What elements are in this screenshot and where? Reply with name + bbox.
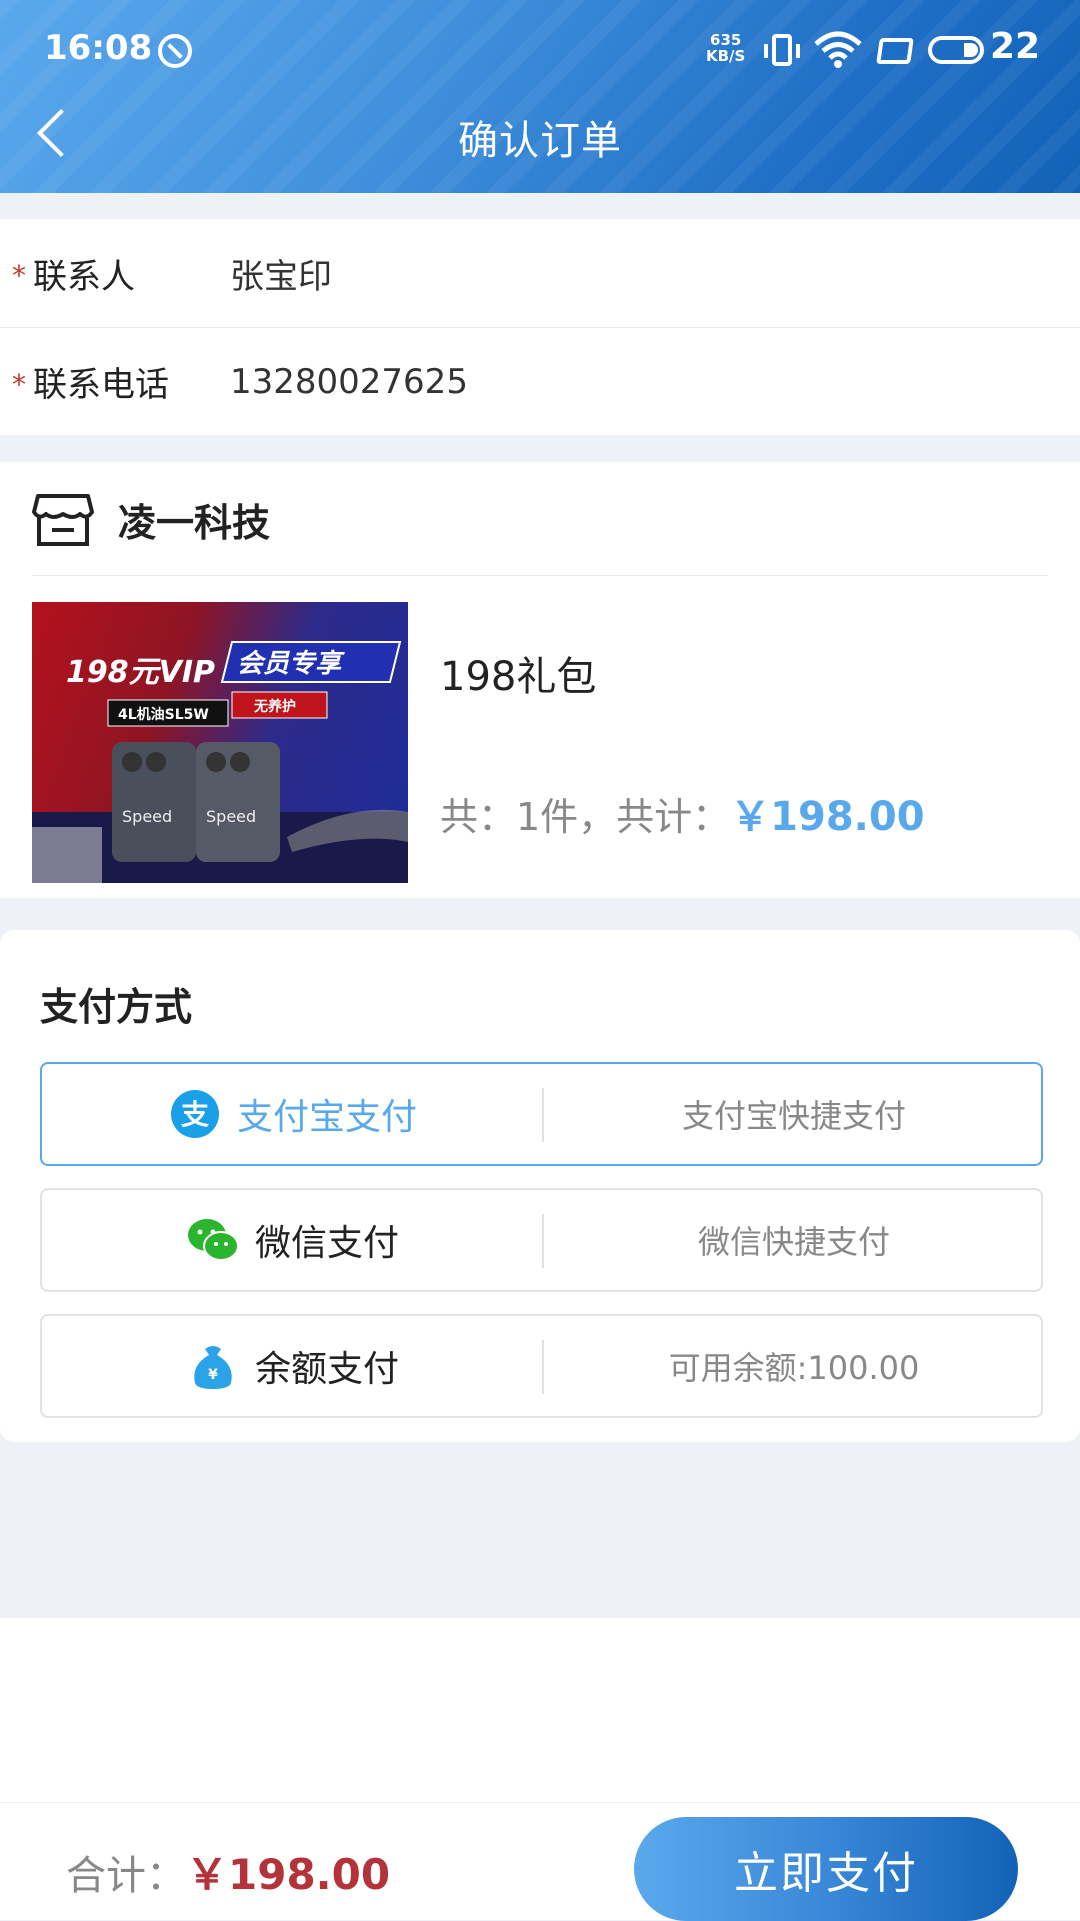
payment-option-label-wrap: 支 支付宝支付 [42,1064,542,1164]
payment-option-label-wrap: 微信支付 [42,1190,542,1290]
product-summary: 共：1件，共计：￥198.00 [440,784,925,842]
payment-option-alipay[interactable]: 支 支付宝支付 支付宝快捷支付 [40,1062,1043,1166]
app-header: 16:08 635 KB/S 22 确认订单 [0,0,1080,193]
contact-section: * 联系人 张宝印 * 联系电话 13280027625 [0,219,1080,435]
screen-icon [876,38,914,64]
status-time: 16:08 [44,28,153,68]
vibrate-icon [764,34,800,66]
total-amount: ￥198.00 [186,1850,391,1899]
contact-phone-label: 联系电话 [33,365,169,405]
network-speed-value: 635 [710,31,742,49]
page-title: 确认订单 [458,118,622,164]
payment-option-balance[interactable]: ¥ 余额支付 可用余额:100.00 [40,1314,1043,1418]
network-speed: 635 KB/S [706,32,745,64]
wechat-icon [187,1219,239,1261]
required-mark: * [12,259,26,292]
battery-level: 22 [990,26,1041,67]
alipay-icon: 支 [170,1090,219,1138]
payment-option-label: 余额支付 [254,1349,399,1390]
payment-option-label-wrap: ¥ 余额支付 [42,1316,542,1416]
order-total: 合计：￥198.00 [66,1841,390,1902]
total-label: 合计： [66,1853,186,1899]
shop-section: 凌一科技 198元VIP 会员专享 4L机油SL5W 无养护 Speed Spe… [0,462,1080,898]
bottle-label-1: Speed [122,807,172,826]
payment-option-desc: 可用余额:100.00 [668,1349,920,1387]
svg-text:¥: ¥ [208,1367,218,1383]
payment-option-label: 支付宝支付 [236,1097,417,1138]
contact-phone-value[interactable]: 13280027625 [230,362,468,402]
svg-text:支: 支 [181,1098,209,1131]
bottom-bar: 合计：￥198.00 立即支付 [0,1802,1080,1921]
banner-tag-1: 4L机油SL5W [118,706,209,723]
contact-phone-row[interactable]: * 联系电话 13280027625 [0,327,1080,435]
status-bar: 16:08 635 KB/S 22 [0,0,1080,98]
banner-tag-2: 无养护 [253,698,296,715]
blank-area [0,1618,1080,1802]
bottle-label-2: Speed [206,807,256,826]
contact-name-row[interactable]: * 联系人 张宝印 [0,219,1080,327]
shop-name: 凌一科技 [118,501,271,545]
required-mark: * [12,368,26,401]
wifi-icon [814,31,862,68]
payment-title: 支付方式 [40,985,193,1029]
pay-now-button[interactable]: 立即支付 [634,1817,1018,1921]
banner-headline: 198元VIP [66,655,215,690]
store-icon [32,494,94,546]
payment-section: 支付方式 支 支付宝支付 支付宝快捷支付 微信支付 微信快捷支付 ¥ 余额支付 … [0,930,1080,1442]
battery-icon [928,36,984,64]
shop-header: 凌一科技 [32,462,1048,576]
contact-name-label: 联系人 [33,256,135,297]
contact-name-value[interactable]: 张宝印 [230,249,332,298]
payment-option-label: 微信支付 [254,1223,399,1264]
product-price: ￥198.00 [730,794,925,840]
product-name: 198礼包 [440,654,597,700]
payment-option-wechat[interactable]: 微信支付 微信快捷支付 [40,1188,1043,1292]
product-image[interactable]: 198元VIP 会员专享 4L机油SL5W 无养护 Speed Speed [32,602,408,883]
payment-option-desc: 微信快捷支付 [697,1223,890,1261]
do-not-disturb-icon [158,34,192,68]
banner-badge: 会员专享 [237,649,345,679]
network-speed-unit: KB/S [706,47,746,65]
product-summary-text: 共：1件，共计： [440,795,731,839]
payment-option-desc: 支付宝快捷支付 [681,1097,906,1135]
money-bag-icon: ¥ [194,1346,232,1389]
